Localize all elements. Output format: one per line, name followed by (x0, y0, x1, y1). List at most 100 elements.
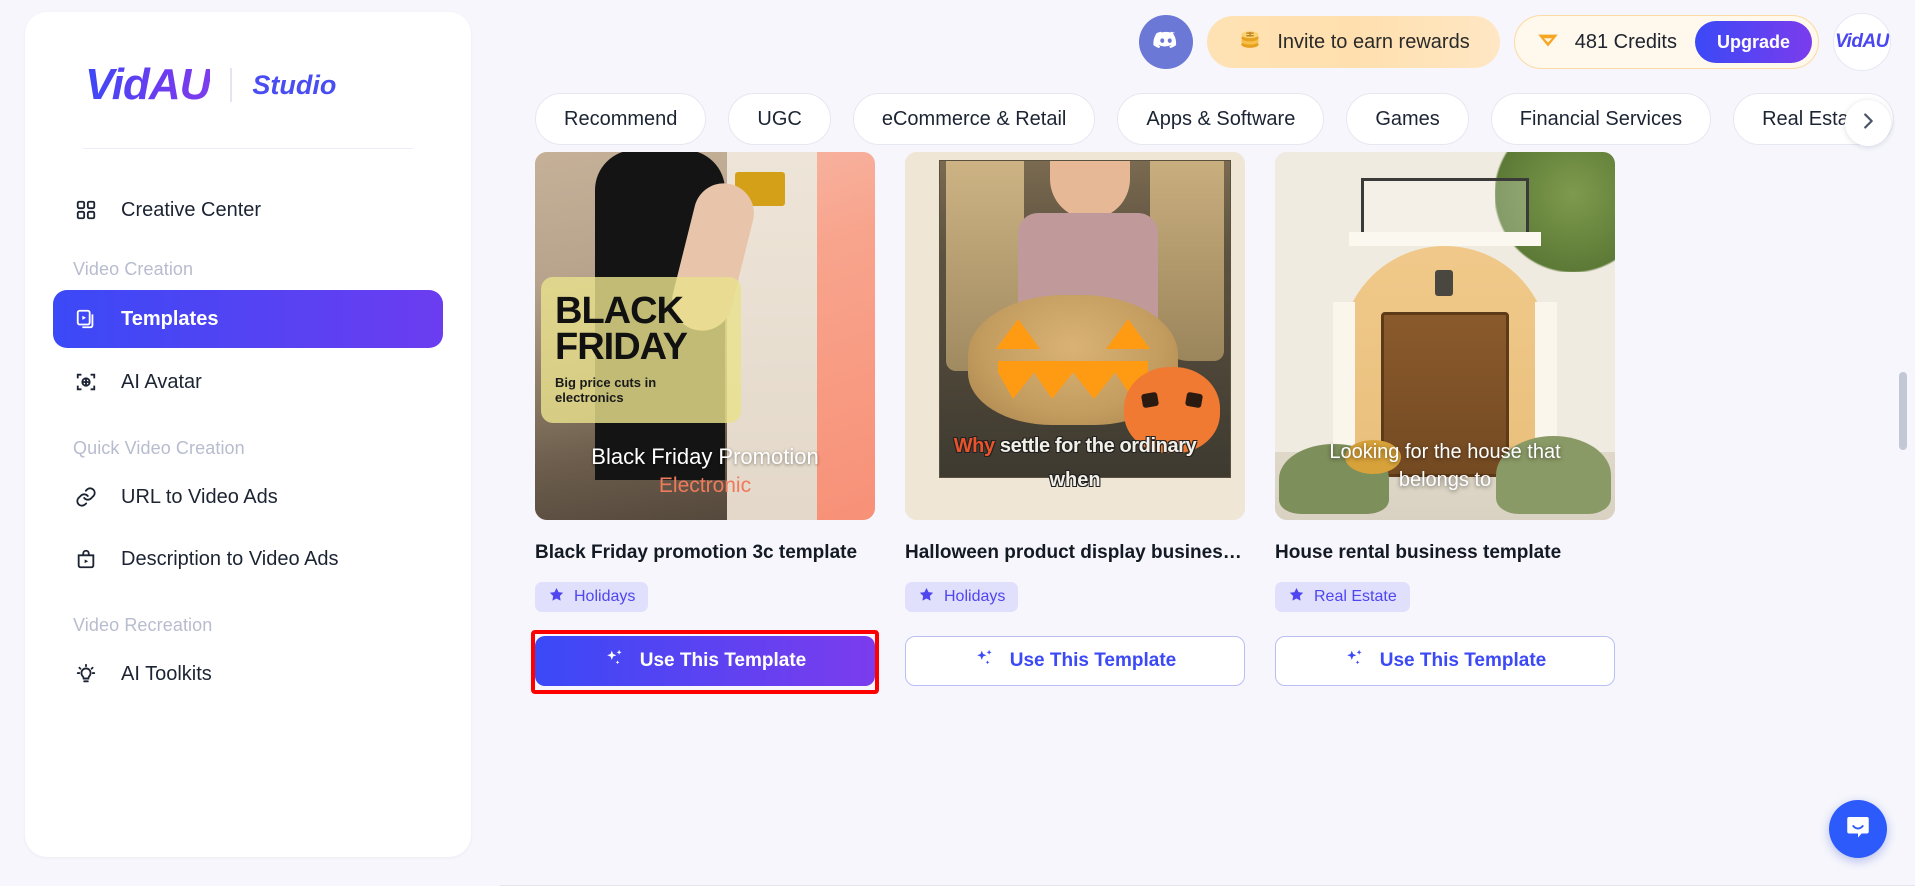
template-tag-label: Real Estate (1314, 588, 1397, 605)
pumpkin-eye-left (996, 319, 1040, 349)
template-tag[interactable]: Real Estate (1275, 582, 1410, 612)
sidebar-item-label: Templates (121, 307, 219, 330)
pumpkin-eye-right (1106, 319, 1150, 349)
thumb-caption-primary: Looking for the house that (1329, 441, 1561, 463)
thumb-caption-secondary: belongs to (1398, 469, 1492, 491)
sparkles-icon (1344, 647, 1366, 675)
discord-icon (1151, 25, 1181, 60)
tab-recommend[interactable]: Recommend (535, 93, 707, 145)
sidebar-item-templates[interactable]: Templates (53, 290, 443, 348)
tab-games[interactable]: Games (1346, 93, 1469, 145)
ai-avatar-icon (73, 369, 99, 395)
brand-divider (230, 68, 233, 102)
star-icon (548, 586, 565, 608)
template-thumbnail[interactable]: Why settle for the ordinary when (905, 152, 1245, 520)
headline-subtitle: Big price cuts in electronics (555, 375, 657, 406)
star-icon (918, 586, 935, 608)
use-this-template-label: Use This Template (1379, 650, 1547, 671)
sidebar-group-video-creation: Video Creation (73, 259, 194, 279)
pumpkin-mouth (998, 361, 1148, 399)
template-title[interactable]: House rental business template (1275, 542, 1615, 564)
star-icon (1288, 586, 1305, 608)
grid-icon (73, 197, 99, 223)
templates-icon (73, 306, 99, 332)
sidebar-nav: Creative Center Video Creation Templates (25, 149, 471, 702)
use-template-button-wrapper: Use This Template (531, 630, 879, 694)
template-thumbnail[interactable]: BLACK FRIDAY Big price cuts in electroni… (535, 152, 875, 520)
use-template-button-wrapper: Use This Template (1275, 636, 1615, 686)
invite-label: Invite to earn rewards (1277, 30, 1470, 53)
top-header: Invite to earn rewards 481 Credits Upgra… (500, 0, 1915, 84)
credits-label: 481 Credits (1574, 30, 1677, 53)
page-scrollbar-thumb[interactable] (1899, 372, 1907, 450)
intercom-chat-icon (1843, 812, 1873, 847)
sparkles-icon (974, 647, 996, 675)
sidebar-item-label: Description to Video Ads (121, 547, 339, 570)
brand[interactable]: VidAU Studio (25, 12, 471, 110)
thumb-caption-primary: Black Friday Promotion (591, 444, 819, 469)
brand-subtitle: Studio (252, 69, 337, 100)
template-card: BLACK FRIDAY Big price cuts in electroni… (531, 152, 879, 868)
use-this-template-button[interactable]: Use This Template (535, 636, 875, 686)
use-template-button-wrapper: Use This Template (905, 636, 1245, 686)
scene-face (1050, 161, 1130, 219)
headline-line-2: FRIDAY (555, 326, 688, 369)
credits-pill[interactable]: 481 Credits Upgrade (1513, 15, 1819, 69)
tab-ugc[interactable]: UGC (728, 93, 831, 145)
sidebar-item-label: URL to Video Ads (121, 485, 278, 508)
scene-balcony (1361, 178, 1529, 234)
tabs-scroll-right-button[interactable] (1845, 100, 1891, 146)
avatar[interactable]: VidAU (1833, 13, 1891, 71)
coins-icon (1237, 26, 1263, 58)
sidebar-group-video-recreation: Video Recreation (73, 615, 213, 635)
use-this-template-label: Use This Template (1009, 650, 1177, 671)
use-this-template-button[interactable]: Use This Template (1275, 636, 1615, 686)
thumb-headline-panel: BLACK FRIDAY Big price cuts in electroni… (541, 277, 741, 424)
invite-to-earn-rewards-button[interactable]: Invite to earn rewards (1207, 16, 1500, 68)
thumb-caption-secondary: when (1049, 469, 1101, 491)
template-tag-label: Holidays (574, 588, 636, 605)
sparkles-icon (604, 647, 626, 675)
sidebar-item-label: AI Avatar (121, 370, 202, 393)
tab-apps-software[interactable]: Apps & Software (1117, 93, 1325, 145)
template-card: Why settle for the ordinary when Hallowe… (905, 152, 1245, 868)
chat-support-button[interactable] (1829, 800, 1887, 858)
caption-highlight: Why (953, 435, 995, 457)
upgrade-button[interactable]: Upgrade (1694, 21, 1812, 63)
category-tabs: Recommend UGC eCommerce & Retail Apps & … (500, 86, 1915, 152)
sidebar-item-label: Creative Center (121, 198, 262, 221)
sidebar-item-creative-center[interactable]: Creative Center (53, 175, 443, 231)
template-title[interactable]: Halloween product display business t… (905, 542, 1245, 564)
scene-ledge (1349, 232, 1541, 246)
template-tag[interactable]: Holidays (535, 582, 649, 612)
page-scrollbar-track[interactable] (1899, 86, 1911, 866)
sidebar-item-description-to-video-ads[interactable]: Description to Video Ads (53, 531, 443, 587)
sidebar: VidAU Studio Creative Center Video Creat… (25, 12, 471, 857)
tab-financial-services[interactable]: Financial Services (1490, 93, 1712, 145)
template-grid: BLACK FRIDAY Big price cuts in electroni… (500, 152, 1893, 868)
use-this-template-label: Use This Template (639, 650, 807, 671)
app-root: VidAU Studio Creative Center Video Creat… (0, 0, 1915, 886)
sidebar-item-ai-avatar[interactable]: AI Avatar (53, 354, 443, 410)
gem-icon (1535, 27, 1561, 58)
template-title[interactable]: Black Friday promotion 3c template (535, 542, 875, 564)
template-thumbnail[interactable]: Looking for the house that belongs to (1275, 152, 1615, 520)
thumb-photo-frame (939, 160, 1231, 478)
headline-line-1: BLACK (555, 290, 684, 332)
tab-ecommerce-retail[interactable]: eCommerce & Retail (852, 93, 1096, 145)
use-this-template-button[interactable]: Use This Template (905, 636, 1245, 686)
lightbulb-icon (73, 661, 99, 687)
template-card: Looking for the house that belongs to Ho… (1275, 152, 1615, 868)
bag-play-icon (73, 546, 99, 572)
template-tag-label: Holidays (944, 588, 1006, 605)
template-tag[interactable]: Holidays (905, 582, 1019, 612)
avatar-label: VidAU (1835, 31, 1889, 52)
sidebar-item-label: AI Toolkits (121, 662, 212, 685)
sidebar-item-ai-toolkits[interactable]: AI Toolkits (53, 646, 443, 702)
vidau-logo: VidAU (85, 60, 211, 109)
sidebar-group-quick-video-creation: Quick Video Creation (73, 438, 245, 458)
caption-rest: settle for the ordinary (994, 435, 1197, 457)
sidebar-item-url-to-video-ads[interactable]: URL to Video Ads (53, 469, 443, 525)
thumb-caption-primary: Why settle for the ordinary (905, 435, 1245, 458)
discord-button[interactable] (1139, 15, 1194, 69)
